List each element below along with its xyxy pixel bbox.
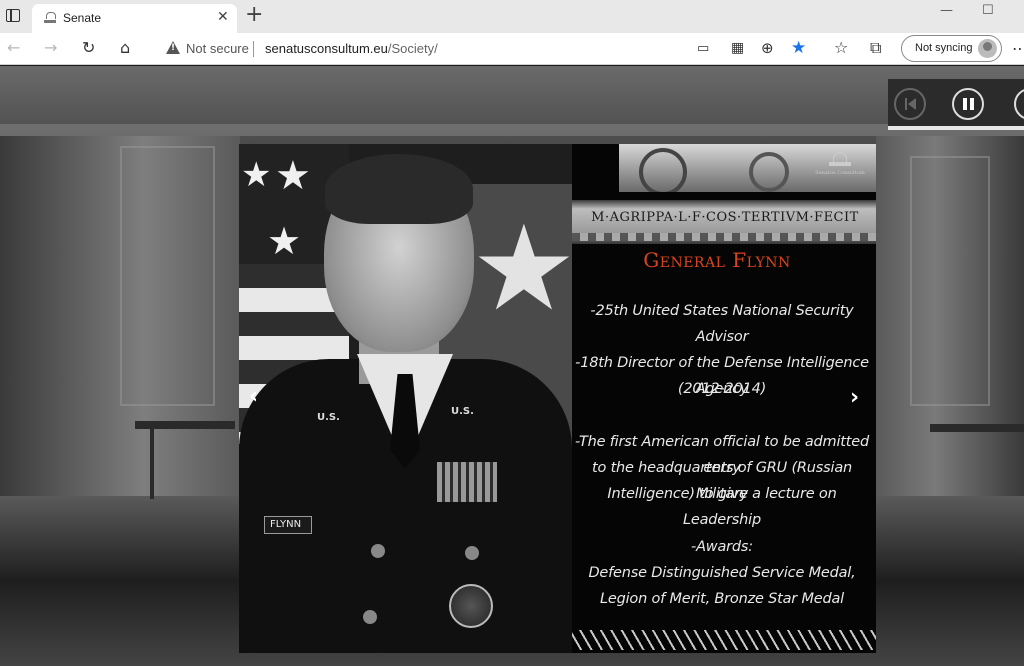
dome-icon	[833, 152, 847, 162]
uniform-button	[363, 610, 377, 624]
us-collar-pin: U.S.	[317, 412, 340, 423]
next-track-icon[interactable]	[1014, 88, 1024, 120]
read-aloud-icon[interactable]: ▭	[697, 40, 709, 58]
name-tag: FLYNN	[264, 516, 312, 534]
address-bar[interactable]: Not secure senatusconsultum.eu/Society/ …	[153, 36, 817, 63]
slideshow-card: ★ ★ ★ ★ U.S. U.S. FLYNN Senatus Consultu…	[239, 144, 876, 653]
back-arrow-icon[interactable]: ←	[7, 39, 20, 57]
page-content: ★ ★ ★ ★ U.S. U.S. FLYNN Senatus Consultu…	[0, 66, 1024, 666]
medal-ribbons	[437, 462, 497, 502]
skip-back-icon[interactable]	[894, 88, 926, 120]
portrait-photo: ★ ★ ★ ★ U.S. U.S. FLYNN	[239, 144, 572, 653]
url-path: /Society/	[387, 41, 438, 56]
bio-line: (2012-2014)	[677, 381, 767, 397]
hair	[325, 154, 473, 224]
previous-slide-button[interactable]: ‹	[249, 384, 258, 409]
awards-heading: -Awards:	[691, 539, 753, 555]
address-separator	[253, 41, 254, 57]
url-domain: senatusconsultum.eu	[265, 41, 388, 56]
minimize-button[interactable]: —	[940, 3, 953, 18]
logo-base	[829, 162, 851, 166]
unit-emblem	[449, 584, 493, 628]
bio-heading: General Flynn	[643, 248, 791, 272]
senate-logo: Senatus Consultum	[811, 150, 869, 190]
sync-label: Not syncing	[915, 42, 973, 54]
left-console-table-leg	[150, 429, 154, 499]
frieze-inscription: M·AGRIPPA·L·F·COS·TERTIVM·FECIT	[591, 210, 859, 225]
bio-panel: Senatus Consultum M·AGRIPPA·L·F·COS·TERT…	[572, 144, 876, 653]
collections-icon[interactable]: ⧉	[870, 39, 881, 57]
decorative-stripes	[572, 630, 876, 650]
pause-icon[interactable]	[952, 88, 984, 120]
favorite-star-icon[interactable]: ★	[791, 39, 806, 57]
bio-line: -25th United States National Security Ad…	[590, 303, 854, 345]
home-icon[interactable]: ⌂	[120, 39, 130, 57]
audio-player	[888, 79, 1024, 130]
more-options-icon[interactable]: ⋯	[1012, 39, 1024, 58]
bio-line: Defense Distinguished Service Medal,	[588, 565, 856, 581]
left-wall-ornament	[120, 146, 215, 406]
maximize-button[interactable]: ☐	[982, 3, 994, 18]
logo-caption: Senatus Consultum	[815, 170, 865, 176]
close-tab-icon[interactable]: ✕	[217, 9, 229, 25]
next-slide-button[interactable]: ›	[850, 385, 859, 410]
refresh-icon[interactable]: ↻	[82, 39, 95, 57]
zoom-icon[interactable]: ⊕	[761, 39, 774, 57]
pantheon-frieze: M·AGRIPPA·L·F·COS·TERTIVM·FECIT	[572, 200, 876, 244]
right-console-table	[930, 424, 1024, 432]
warning-icon[interactable]	[166, 41, 180, 54]
flag-star-icon: ★	[275, 153, 311, 199]
left-console-table	[135, 421, 235, 429]
forward-arrow-icon[interactable]: →	[44, 39, 57, 57]
tab-senate[interactable]: Senate ✕	[32, 4, 237, 33]
apps-icon[interactable]: ▦	[731, 39, 744, 57]
large-star-icon: ★	[471, 199, 572, 337]
flag-star-icon: ★	[267, 219, 302, 263]
url-text[interactable]: senatusconsultum.eu/Society/	[265, 41, 438, 56]
bio-line: Legion of Merit, Bronze Star Medal	[599, 591, 845, 607]
avatar	[978, 39, 997, 58]
uniform-button	[371, 544, 385, 558]
bio-line: Intelligence) to give a lecture on Leade…	[607, 486, 837, 528]
us-collar-pin: U.S.	[451, 406, 474, 417]
right-wall-ornament	[910, 156, 990, 406]
tab-strip: Senate ✕ + — ☐	[0, 0, 1024, 33]
tab-actions-icon[interactable]	[6, 9, 20, 22]
tab-title: Senate	[63, 11, 102, 25]
uniform-button	[465, 546, 479, 560]
frieze-dentils	[572, 233, 876, 241]
security-status[interactable]: Not secure	[186, 41, 249, 56]
name-tag-text: FLYNN	[270, 519, 302, 530]
browser-toolbar: ← → ↻ ⌂ Not secure senatusconsultum.eu/S…	[0, 33, 1024, 65]
new-tab-button[interactable]: +	[245, 3, 263, 27]
ceiling-cornice	[0, 124, 1024, 136]
senate-favicon-icon	[44, 12, 56, 23]
favorites-icon[interactable]: ☆	[834, 39, 848, 57]
profile-sync-button[interactable]: Not syncing	[901, 35, 1002, 62]
flag-star-icon: ★	[241, 155, 272, 195]
